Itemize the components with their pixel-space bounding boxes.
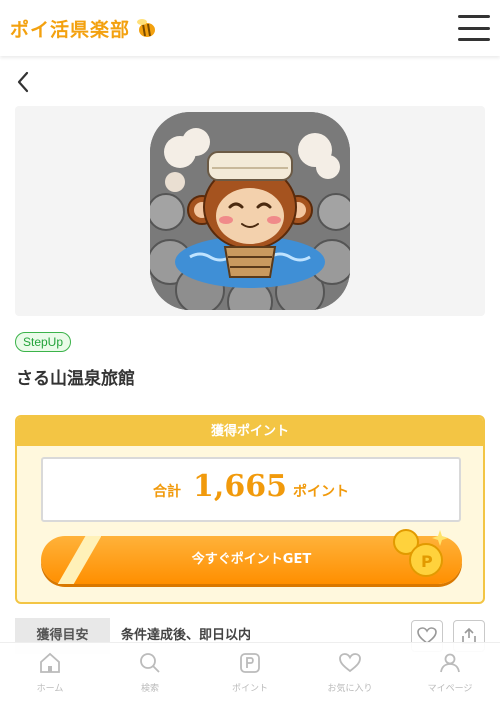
home-icon <box>40 652 60 673</box>
stepup-badge: StepUp <box>15 332 72 352</box>
header: ポイ活県楽部 <box>0 0 500 56</box>
menu-line <box>458 15 490 18</box>
user-icon <box>440 653 460 673</box>
total-points-line: 合計 1,665 ポイント <box>43 469 459 504</box>
tab-label: 検索 <box>140 684 159 694</box>
monkey-onsen-illustration <box>150 112 350 310</box>
offer-image-area <box>15 106 485 316</box>
tab-points[interactable]: ポイント <box>200 643 300 701</box>
total-label: 合計 <box>153 484 182 500</box>
offer-title: さる山温泉旅館 <box>16 369 135 389</box>
logo-text: ポイ活県楽部 <box>10 18 131 41</box>
bee-logo-icon <box>137 19 156 37</box>
tab-label: ホーム <box>36 684 64 694</box>
site-logo[interactable]: ポイ活県楽部 <box>10 14 158 42</box>
app-icon-image <box>150 112 350 310</box>
search-icon <box>140 653 160 673</box>
tab-search[interactable]: 検索 <box>100 643 200 701</box>
chevron-left-icon[interactable] <box>14 70 34 94</box>
tab-label: ポイント <box>231 684 268 694</box>
tab-label: マイページ <box>427 684 473 694</box>
tab-favorites[interactable]: お気に入り <box>300 643 400 701</box>
menu-line <box>458 38 490 41</box>
get-points-button[interactable]: 今すぐポイントGET P <box>41 529 462 584</box>
total-points-box: 合計 1,665 ポイント <box>41 457 461 522</box>
total-points-unit: ポイント <box>292 484 349 500</box>
points-panel: 獲得ポイント 合計 1,665 ポイント 今すぐポイントGET P <box>15 415 485 604</box>
points-heading: 獲得ポイント <box>17 417 483 446</box>
svg-text:P: P <box>421 552 433 571</box>
total-points-value: 1,665 <box>193 469 287 504</box>
hamburger-menu-icon[interactable] <box>458 12 490 44</box>
menu-line <box>458 26 490 30</box>
tab-home[interactable]: ホーム <box>0 643 100 701</box>
tab-mypage[interactable]: マイページ <box>400 643 500 701</box>
coins-icon: P <box>393 529 448 577</box>
point-icon <box>240 653 260 673</box>
bottom-tab-bar: ホーム 検索 ポイント お気に入り マイページ <box>0 642 500 700</box>
heart-icon <box>339 653 361 673</box>
tab-label: お気に入り <box>327 684 373 694</box>
